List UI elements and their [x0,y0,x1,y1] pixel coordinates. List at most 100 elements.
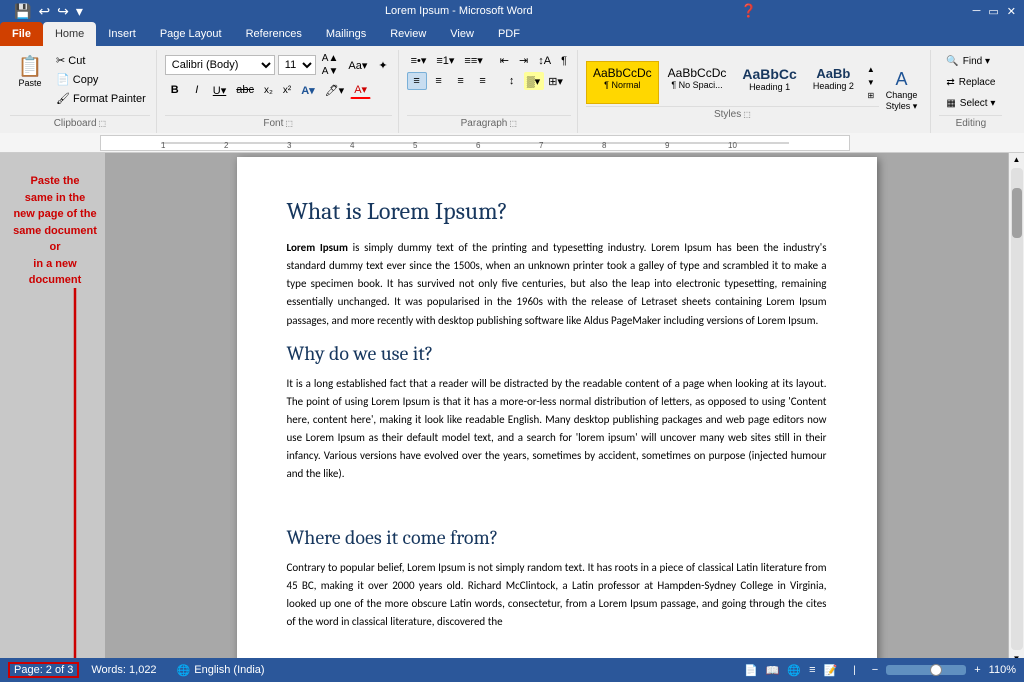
font-group: Calibri (Body) 11 A▲ A▼ Aa▾ ✦ B I U▾ abc… [159,50,399,133]
format-painter-button[interactable]: 🖌 Format Painter [52,90,150,107]
select-button[interactable]: ▦ Select ▾ [939,94,1002,113]
paragraph-expand-icon[interactable]: ⬚ [509,119,517,128]
view-web-icon[interactable]: 🌐 [787,664,801,677]
font-shrink-btn[interactable]: A▼ [319,65,342,78]
copy-button[interactable]: 📄 Copy [52,71,150,88]
view-full-reading-icon[interactable]: 📖 [766,664,780,677]
change-case-btn[interactable]: Aa▾ [344,57,371,74]
word-count: Words: 1,022 [91,664,156,676]
font-label: Font ⬚ [165,115,392,131]
tab-file[interactable]: File [0,22,43,46]
tab-home[interactable]: Home [43,22,96,46]
font-color-button[interactable]: A▾ [350,81,371,99]
language-indicator[interactable]: 🌐 English (India) [177,664,265,677]
font-grow-btn[interactable]: A▲ [319,52,342,65]
styles-label: Styles ⬚ [586,106,879,122]
styles-group: AaBbCcDc ¶ Normal AaBbCcDc ¶ No Spaci...… [580,50,931,133]
clipboard-expand-icon[interactable]: ⬚ [99,119,107,128]
style-heading2[interactable]: AaBb Heading 2 [806,61,861,104]
sort-btn[interactable]: ↕A [534,53,555,69]
underline-button[interactable]: U▾ [209,82,230,99]
change-styles-icon: A [896,69,908,90]
font-expand-icon[interactable]: ⬚ [285,119,293,128]
restore-btn[interactable]: ▭ [988,5,998,18]
increase-indent-btn[interactable]: ⇥ [515,52,532,69]
tab-view[interactable]: View [438,22,486,46]
quick-access-toolbar[interactable]: 💾 ↩ ↪ ▾ [12,2,85,21]
replace-button[interactable]: ⇄ Replace [939,73,1002,92]
numbering-btn[interactable]: ≡1▾ [432,52,458,69]
clear-format-btn[interactable]: ✦ [374,57,391,74]
view-print-icon[interactable]: 📄 [744,664,758,677]
style-no-spacing[interactable]: AaBbCcDc ¶ No Spaci... [661,61,734,104]
view-draft-icon[interactable]: 📝 [823,664,837,677]
bold-button[interactable]: B [165,82,185,98]
save-quick-btn[interactable]: 💾 [12,2,33,21]
zoom-slider[interactable] [886,665,966,675]
tab-references[interactable]: References [234,22,314,46]
view-outline-icon[interactable]: ≡ [809,664,815,676]
status-bar: Page: 2 of 3 Words: 1,022 🌐 English (Ind… [0,658,1024,682]
line-spacing-btn[interactable]: ↕ [502,72,522,90]
doc-heading1: What is Lorem Ipsum? [287,197,827,225]
paste-button[interactable]: 📋 Paste [10,52,50,93]
align-center-btn[interactable]: ≡ [429,72,449,90]
undo-quick-btn[interactable]: ↩ [36,2,52,21]
zoom-thumb[interactable] [930,664,942,676]
subscript-button[interactable]: x₂ [260,83,277,98]
redo-quick-btn[interactable]: ↪ [55,2,71,21]
decrease-indent-btn[interactable]: ⇤ [496,52,513,69]
border-btn[interactable]: ⊞▾ [546,72,566,90]
styles-scroll-up[interactable]: ▲ [863,63,879,76]
strikethrough-button[interactable]: abc [232,82,258,98]
scroll-thumb[interactable] [1012,188,1022,238]
paragraph-label: Paragraph ⬚ [407,115,571,131]
align-left-btn[interactable]: ≡ [407,72,427,90]
style-normal[interactable]: AaBbCcDc ¶ Normal [586,61,659,104]
show-hide-btn[interactable]: ¶ [557,53,571,69]
font-family-select[interactable]: Calibri (Body) [165,55,275,75]
tab-insert[interactable]: Insert [96,22,148,46]
styles-scroll-down[interactable]: ▼ [863,76,879,89]
title-bar: 💾 ↩ ↪ ▾ Lorem Ipsum - Microsoft Word ❓ ─… [0,0,1024,22]
tab-mailings[interactable]: Mailings [314,22,378,46]
italic-button[interactable]: I [187,82,207,98]
svg-text:9: 9 [665,141,670,150]
title-text: Lorem Ipsum - Microsoft Word [385,5,533,17]
tab-review[interactable]: Review [378,22,438,46]
text-effect-button[interactable]: A▾ [297,82,318,99]
font-size-select[interactable]: 11 [278,55,316,75]
shading-btn[interactable]: ▒▾ [524,72,544,90]
superscript-button[interactable]: x² [279,83,295,98]
minimize-btn[interactable]: ─ [973,5,981,18]
tab-page-layout[interactable]: Page Layout [148,22,234,46]
styles-expand-icon[interactable]: ⬚ [743,110,751,119]
style-heading1[interactable]: AaBbCc Heading 1 [735,61,803,104]
justify-btn[interactable]: ≡ [473,72,493,90]
scroll-up-btn[interactable]: ▲ [1011,153,1023,166]
styles-more[interactable]: ⊞ [863,89,879,102]
scroll-track [1011,168,1023,650]
close-btn[interactable]: ✕ [1007,5,1016,18]
zoom-in-btn[interactable]: + [974,664,980,676]
text-highlight-button[interactable]: 🖊▾ [321,82,349,99]
doc-heading3: Where does it come from? [287,526,827,549]
find-button[interactable]: 🔍 Find ▾ [939,52,1002,71]
align-right-btn[interactable]: ≡ [451,72,471,90]
zoom-out-btn[interactable]: − [872,664,878,676]
tab-pdf[interactable]: PDF [486,22,532,46]
customize-quick-btn[interactable]: ▾ [74,2,85,21]
bullets-btn[interactable]: ≡•▾ [407,52,431,69]
right-scrollbar[interactable]: ▲ ▼ [1008,153,1024,665]
clipboard-group: 📋 Paste ✂ Cut 📄 Copy 🖌 Format Painter Cl… [4,50,157,133]
cut-button[interactable]: ✂ Cut [52,52,150,69]
document-area[interactable]: What is Lorem Ipsum? Lorem Ipsum is simp… [105,153,1008,665]
change-styles-btn[interactable]: A ChangeStyles ▾ [879,64,925,117]
svg-text:5: 5 [413,141,418,150]
status-right: 📄 📖 🌐 ≡ 📝 | − + 110% [744,664,1016,677]
help-icon[interactable]: ❓ [741,3,765,19]
editing-group: 🔍 Find ▾ ⇄ Replace ▦ Select ▾ Editing [933,50,1008,133]
multilevel-btn[interactable]: ≡≡▾ [460,52,486,69]
clipboard-label: Clipboard ⬚ [10,115,150,131]
page-indicator: Page: 2 of 3 [8,662,79,678]
